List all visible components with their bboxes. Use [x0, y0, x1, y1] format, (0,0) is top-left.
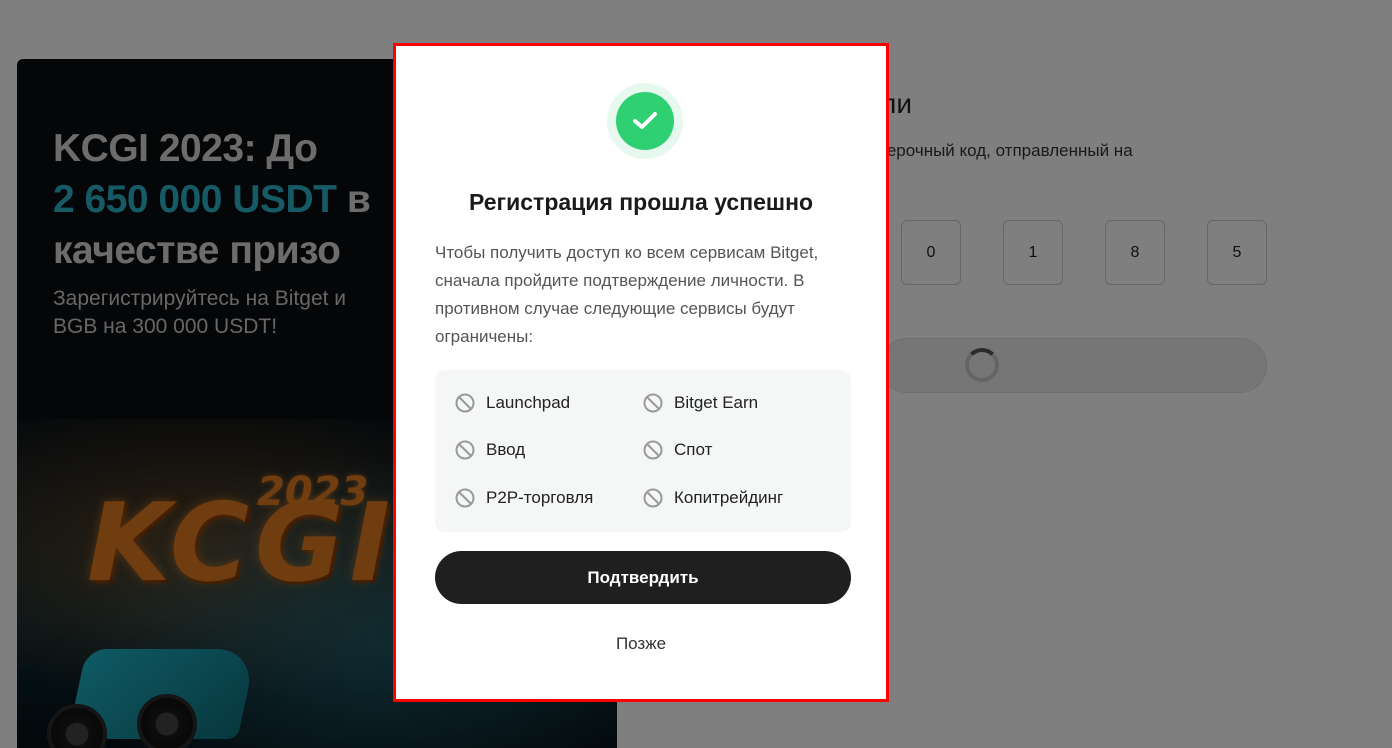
checkmark-icon — [616, 92, 674, 150]
service-label: Ввод — [486, 440, 526, 459]
list-item: Ввод — [455, 440, 525, 460]
list-item: Спот — [643, 440, 712, 460]
list-item: Копитрейдинг — [643, 488, 783, 508]
modal-title: Регистрация прошла успешно — [468, 189, 814, 215]
list-item: P2P-торговля — [455, 488, 593, 508]
list-item: Launchpad — [455, 393, 570, 413]
service-label: Копитрейдинг — [674, 488, 784, 507]
prohibited-icon — [455, 440, 475, 460]
prohibited-icon — [643, 393, 663, 413]
prohibited-icon — [643, 488, 663, 508]
prohibited-icon — [455, 393, 475, 413]
service-label: Спот — [674, 440, 713, 459]
service-label: Launchpad — [486, 393, 571, 412]
modal-description: Чтобы получить доступ ко всем сервисам B… — [435, 243, 819, 346]
prohibited-icon — [455, 488, 475, 508]
service-label: P2P-торговля — [486, 488, 594, 507]
confirm-button[interactable]: Подтвердить — [435, 551, 851, 604]
list-item: Bitget Earn — [643, 393, 758, 413]
prohibited-icon — [643, 440, 663, 460]
registration-success-modal: Регистрация прошла успешно Чтобы получит… — [393, 43, 889, 702]
later-button[interactable]: Позже — [396, 634, 886, 654]
restricted-services-list: Launchpad Bitget Earn Ввод Спот P2P-торг… — [435, 370, 851, 532]
service-label: Bitget Earn — [674, 393, 759, 412]
success-badge — [607, 83, 683, 159]
